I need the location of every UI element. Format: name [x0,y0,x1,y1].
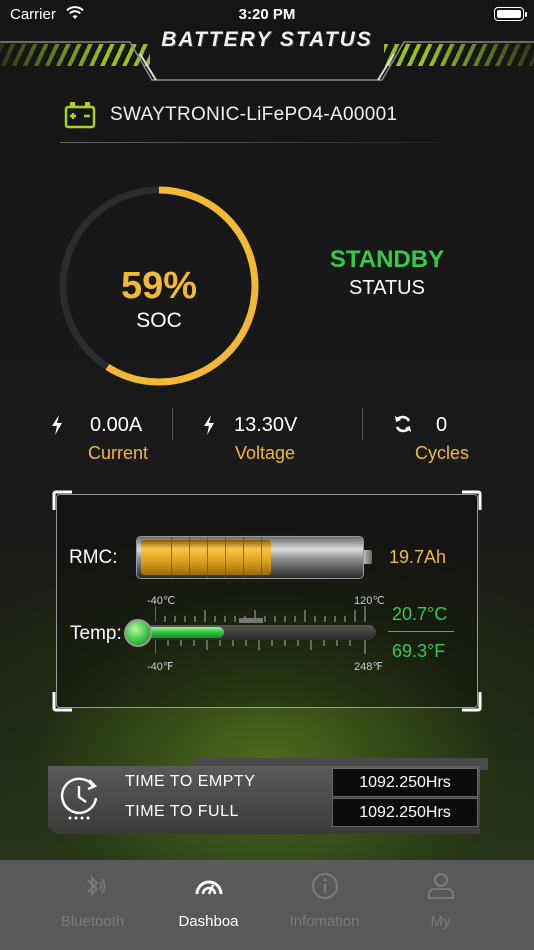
time-to-full-value: 1092.250Hrs [332,798,478,827]
clock-icon [60,777,98,820]
stat-divider [362,408,363,440]
panel-corner [462,490,482,510]
lightning-icon [52,415,62,435]
panel-corner [52,692,72,712]
tab-label: My [430,913,451,930]
tab-bar: Bluetooth Dashboa Infomation My [0,860,534,950]
lightning-icon [204,415,214,435]
battery-panel [56,494,478,708]
current-label: Current [88,443,149,463]
battery-terminal [364,550,372,564]
clock: 3:20 PM [238,6,296,23]
user-icon [427,873,454,899]
info-icon [311,873,338,899]
temp-divider [388,631,454,632]
tab-my[interactable]: My [374,860,507,950]
temp-label: Temp: [70,623,122,644]
thermometer-track [128,625,376,640]
page-title: BATTERY STATUS [161,28,373,51]
voltage-value: 13.30V [234,414,298,436]
tab-dashboard[interactable]: Dashboa [142,860,275,950]
tab-label: Infomation [289,913,360,930]
temp-fahrenheit: 69.3°F [392,641,446,661]
voltage-label: Voltage [235,443,296,463]
scale-f-min: -40℉ [147,661,174,673]
cycles-value: 0 [436,414,448,436]
dashboard-icon [195,880,222,895]
thermometer-bulb [124,619,152,647]
panel-corner [52,490,72,510]
divider [60,142,440,143]
soc-value: 59% [120,265,198,307]
bluetooth-icon [86,875,105,897]
time-to-empty-label: TIME TO EMPTY [125,773,256,790]
status-battery-icon [494,7,527,21]
stat-divider [172,408,173,440]
header: BATTERY STATUS [0,24,534,86]
scale-f-max: 248℉ [354,661,383,673]
tab-label: Dashboa [178,913,239,930]
rmc-battery-graphic [136,536,364,579]
state-label: STATUS [349,277,425,299]
panel-corner [462,692,482,712]
rmc-label: RMC: [69,547,118,568]
soc-label: SOC [136,309,182,332]
battery-icon [64,102,96,129]
rmc-value: 19.7Ah [389,547,447,567]
device-name[interactable]: SWAYTRONIC-LiFePO4-A00001 [110,104,397,126]
rmc-fill [141,540,271,575]
tab-information[interactable]: Infomation [258,860,391,950]
current-value: 0.00A [90,414,143,436]
time-to-empty-value: 1092.250Hrs [332,768,478,797]
cycle-icon [395,415,411,433]
temp-celsius: 20.7°C [392,604,448,624]
tab-label: Bluetooth [60,913,125,930]
cycles-label: Cycles [415,443,470,463]
tab-bluetooth[interactable]: Bluetooth [26,860,159,950]
state-value: STANDBY [329,246,445,273]
time-to-full-label: TIME TO FULL [125,803,239,820]
